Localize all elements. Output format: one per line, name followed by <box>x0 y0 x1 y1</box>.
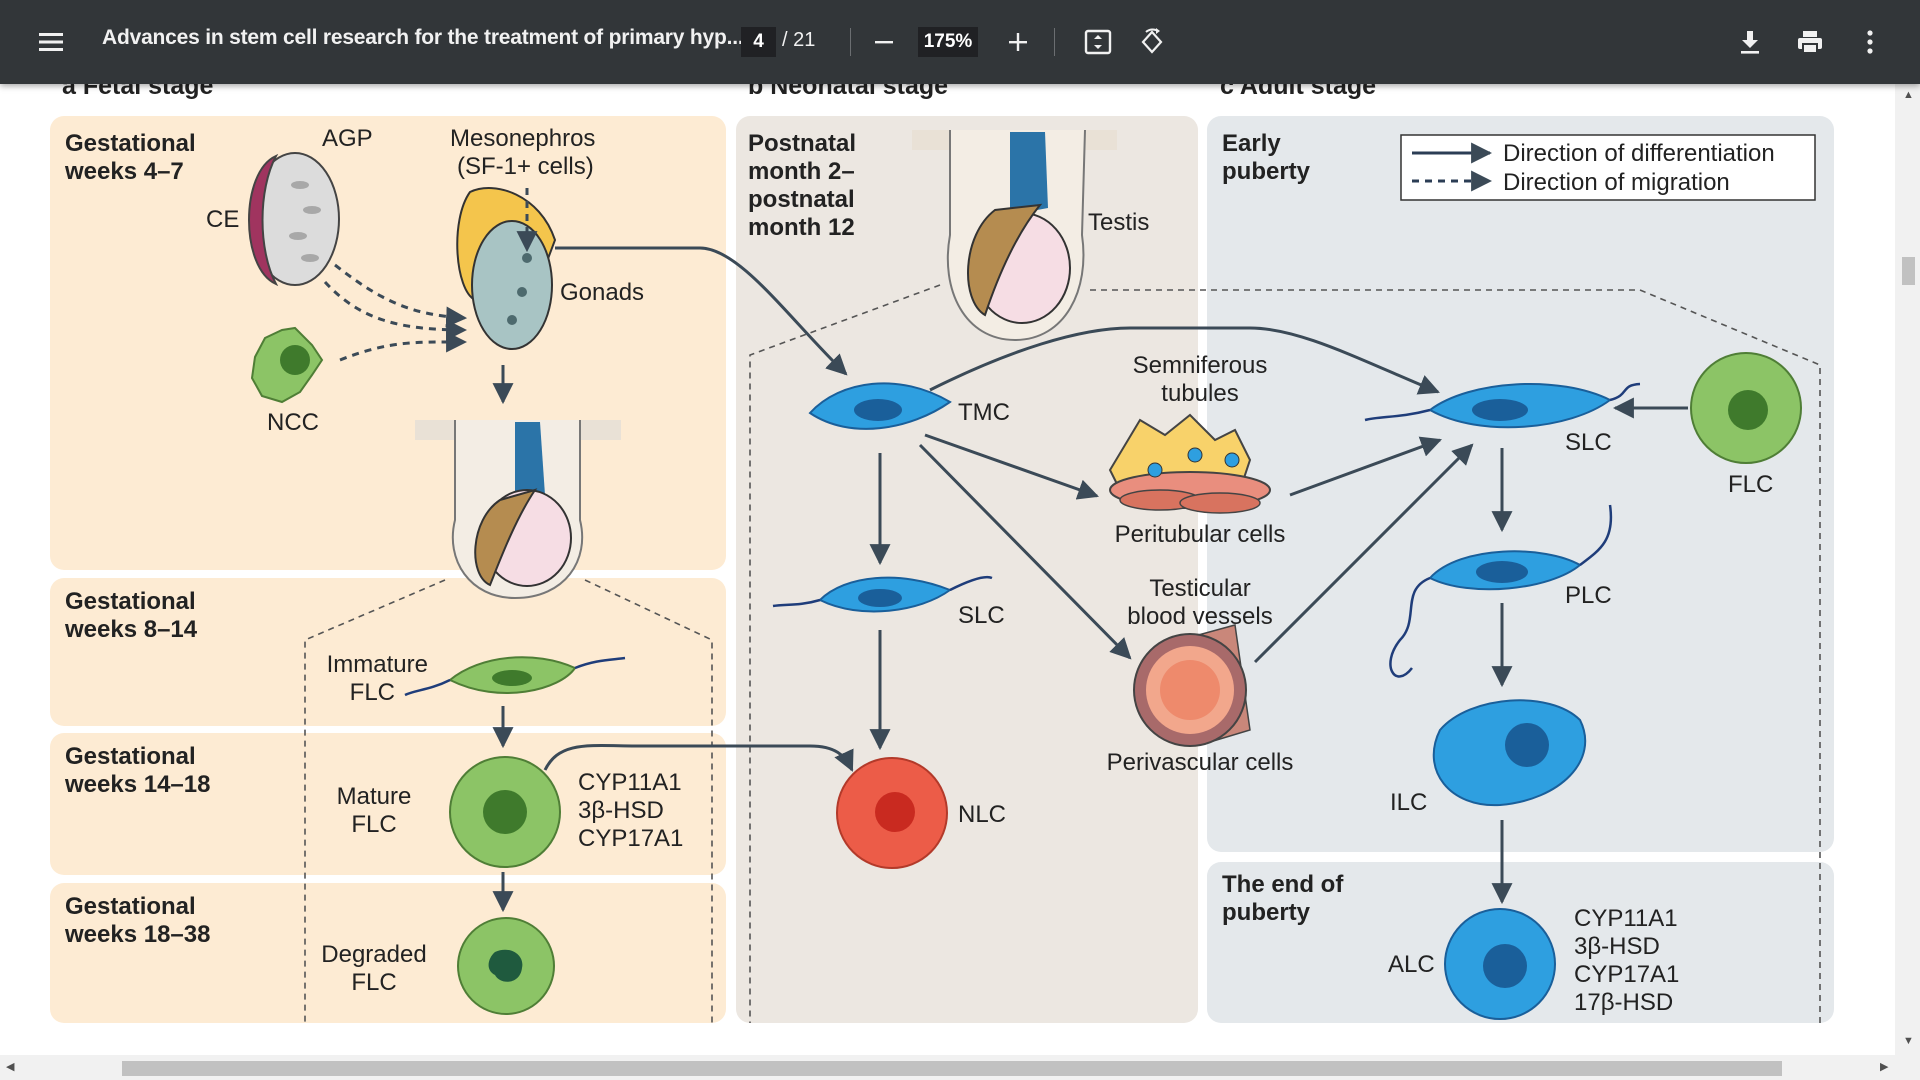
gestational-label: Gestational weeks 4–7 <box>64 130 196 185</box>
rotate-icon[interactable] <box>1128 20 1176 64</box>
scroll-left-icon[interactable]: ◀ <box>6 1062 14 1073</box>
ncc-nucleus <box>280 345 310 375</box>
postnatal-label: Postnatal month 2– postnatal month 12 <box>748 130 856 241</box>
gestational-label: Gestational weeks 8–14 <box>64 588 198 643</box>
legend-migration: Direction of migration <box>1503 169 1730 196</box>
scroll-up-icon[interactable]: ▲ <box>1903 90 1914 101</box>
alc-label: ALC <box>1388 951 1435 978</box>
page-number-input[interactable]: 4 <box>741 27 776 57</box>
horizontal-scrollbar[interactable]: ◀ ▶ <box>0 1055 1920 1080</box>
tmc-label: TMC <box>958 399 1010 426</box>
ce-label: CE <box>206 206 239 233</box>
scroll-right-icon[interactable]: ▶ <box>1880 1062 1888 1073</box>
horizontal-scroll-thumb[interactable] <box>122 1061 1782 1076</box>
perivascular-label: Perivascular cells <box>1107 749 1294 776</box>
zoom-in-icon[interactable] <box>996 22 1040 62</box>
slc-adult-label: SLC <box>1565 429 1612 456</box>
testis-label: Testis <box>1088 209 1149 236</box>
stage-c-header: c Adult stage <box>1220 84 1376 100</box>
scroll-down-icon[interactable]: ▼ <box>1903 1036 1914 1047</box>
document-title: Advances in stem cell research for the t… <box>102 26 744 49</box>
stage-a-header: a Fetal stage <box>62 84 214 100</box>
vertical-scrollbar[interactable]: ▲ ▼ <box>1895 84 1920 1055</box>
page-total: / 21 <box>782 29 816 51</box>
legend: Direction of differentiation Direction o… <box>1400 134 1816 201</box>
mesonephros-label: Mesonephros (SF-1+ cells) <box>450 125 595 180</box>
adult-enzymes: CYP11A1 3β-HSD CYP17A1 17β-HSD <box>1574 905 1679 1016</box>
nlc-label: NLC <box>958 801 1006 828</box>
ncc-label: NCC <box>267 409 319 436</box>
pdf-viewport[interactable]: a Fetal stage b Neonatal stage c Adult s… <box>0 84 1920 1055</box>
gonad <box>471 220 553 350</box>
flc-adult-label: FLC <box>1728 471 1773 498</box>
vertical-scroll-thumb[interactable] <box>1902 257 1915 285</box>
print-icon[interactable] <box>1786 20 1834 64</box>
zoom-level-input[interactable]: 175% <box>918 27 978 57</box>
toolbar-divider <box>1054 28 1055 56</box>
legend-differentiation: Direction of differentiation <box>1503 140 1775 167</box>
toolbar-divider <box>850 28 851 56</box>
ilc-label: ILC <box>1390 789 1427 816</box>
fit-page-icon[interactable] <box>1074 20 1122 64</box>
plc-label: PLC <box>1565 582 1612 609</box>
gestational-label: Gestational weeks 18–38 <box>64 893 210 948</box>
gestational-label: Gestational weeks 14–18 <box>64 743 210 798</box>
gonads-label: Gonads <box>560 279 644 306</box>
zoom-out-icon[interactable] <box>862 22 906 62</box>
figure-illustration: a Fetal stage b Neonatal stage c Adult s… <box>50 84 1834 1023</box>
slc-neonatal-label: SLC <box>958 602 1005 629</box>
pdf-toolbar: Advances in stem cell research for the t… <box>0 0 1920 84</box>
download-icon[interactable] <box>1726 20 1774 64</box>
agp-label: AGP <box>322 125 373 152</box>
stage-b-header: b Neonatal stage <box>748 84 948 100</box>
menu-icon[interactable] <box>26 20 76 64</box>
peritubular-label: Peritubular cells <box>1115 521 1286 548</box>
more-vert-icon[interactable] <box>1846 20 1894 64</box>
